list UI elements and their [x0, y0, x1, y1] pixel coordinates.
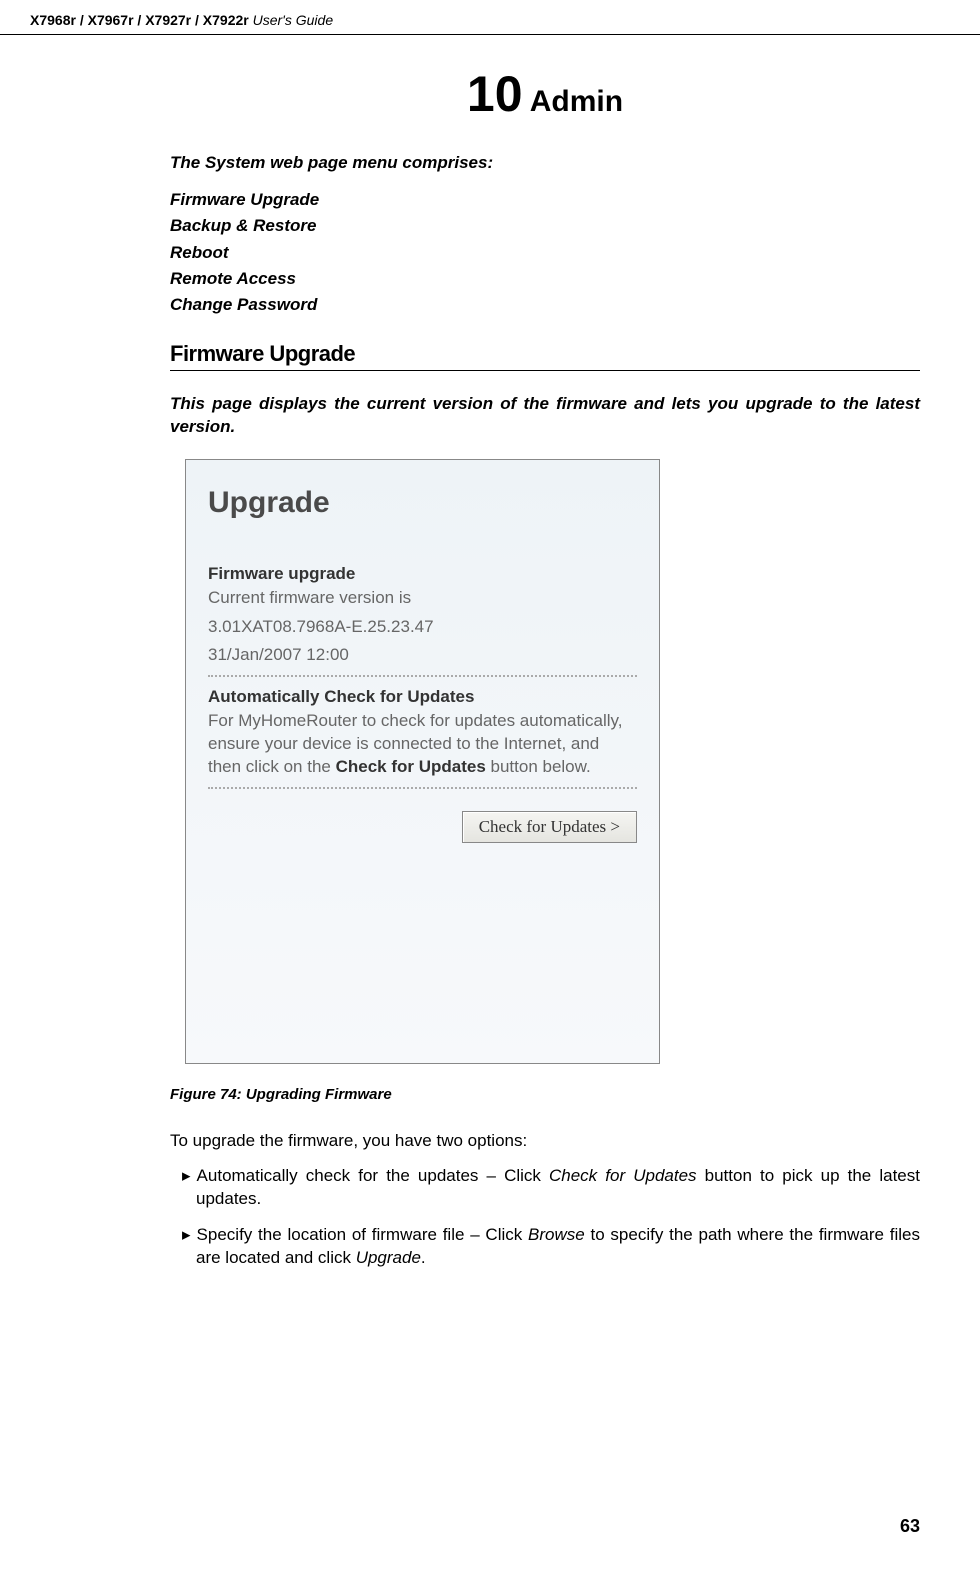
section-description: This page displays the current version o… [170, 393, 920, 439]
firmware-upgrade-heading: Firmware upgrade [208, 564, 637, 584]
firmware-version-line1: Current firmware version is [208, 587, 637, 610]
chapter-number: 10 [467, 66, 523, 122]
screenshot-title: Upgrade [208, 486, 637, 520]
bullet-pre: Specify the location of firmware file – … [197, 1225, 528, 1244]
separator [208, 675, 637, 677]
firmware-version-line3: 31/Jan/2007 12:00 [208, 644, 637, 667]
menu-item: Backup & Restore [170, 213, 920, 239]
chapter-name: Admin [523, 85, 624, 118]
auto-body-post: button below. [486, 757, 591, 776]
firmware-version-line2: 3.01XAT08.7968A-E.25.23.47 [208, 616, 637, 639]
firmware-upgrade-screenshot: Upgrade Firmware upgrade Current firmwar… [185, 459, 660, 1064]
bullet-item: ▸ Specify the location of firmware file –… [170, 1224, 920, 1270]
page-content: 10 Admin The System web page menu compri… [0, 35, 980, 1270]
menu-list: Firmware Upgrade Backup & Restore Reboot… [170, 187, 920, 319]
bullet-post: . [421, 1248, 426, 1267]
bullet-italic: Browse [528, 1225, 585, 1244]
auto-check-heading: Automatically Check for Updates [208, 687, 637, 707]
check-for-updates-button[interactable]: Check for Updates > [462, 811, 637, 843]
chapter-title: 10 Admin [170, 65, 920, 123]
menu-item: Remote Access [170, 266, 920, 292]
header-guide: User's Guide [249, 12, 333, 28]
bullet-italic: Check for Updates [549, 1166, 697, 1185]
menu-item: Change Password [170, 292, 920, 318]
figure-caption: Figure 74: Upgrading Firmware [170, 1086, 920, 1103]
bullet-italic2: Upgrade [356, 1248, 421, 1267]
body-intro: To upgrade the firmware, you have two op… [170, 1131, 920, 1151]
bullet-pre: Automatically check for the updates – Cl… [197, 1166, 549, 1185]
page-number: 63 [900, 1516, 920, 1537]
triangle-bullet-icon: ▸ [182, 1225, 191, 1244]
auto-check-body: For MyHomeRouter to check for updates au… [208, 710, 637, 779]
menu-item: Reboot [170, 240, 920, 266]
auto-body-bold: Check for Updates [336, 757, 486, 776]
page-header: X7968r / X7967r / X7927r / X7922r User's… [0, 0, 980, 35]
section-heading: Firmware Upgrade [170, 341, 920, 371]
header-models: X7968r / X7967r / X7927r / X7922r [30, 12, 249, 28]
separator [208, 787, 637, 789]
bullet-item: ▸ Automatically check for the updates – C… [170, 1165, 920, 1211]
triangle-bullet-icon: ▸ [182, 1166, 191, 1185]
menu-item: Firmware Upgrade [170, 187, 920, 213]
intro-text: The System web page menu comprises: [170, 153, 920, 173]
